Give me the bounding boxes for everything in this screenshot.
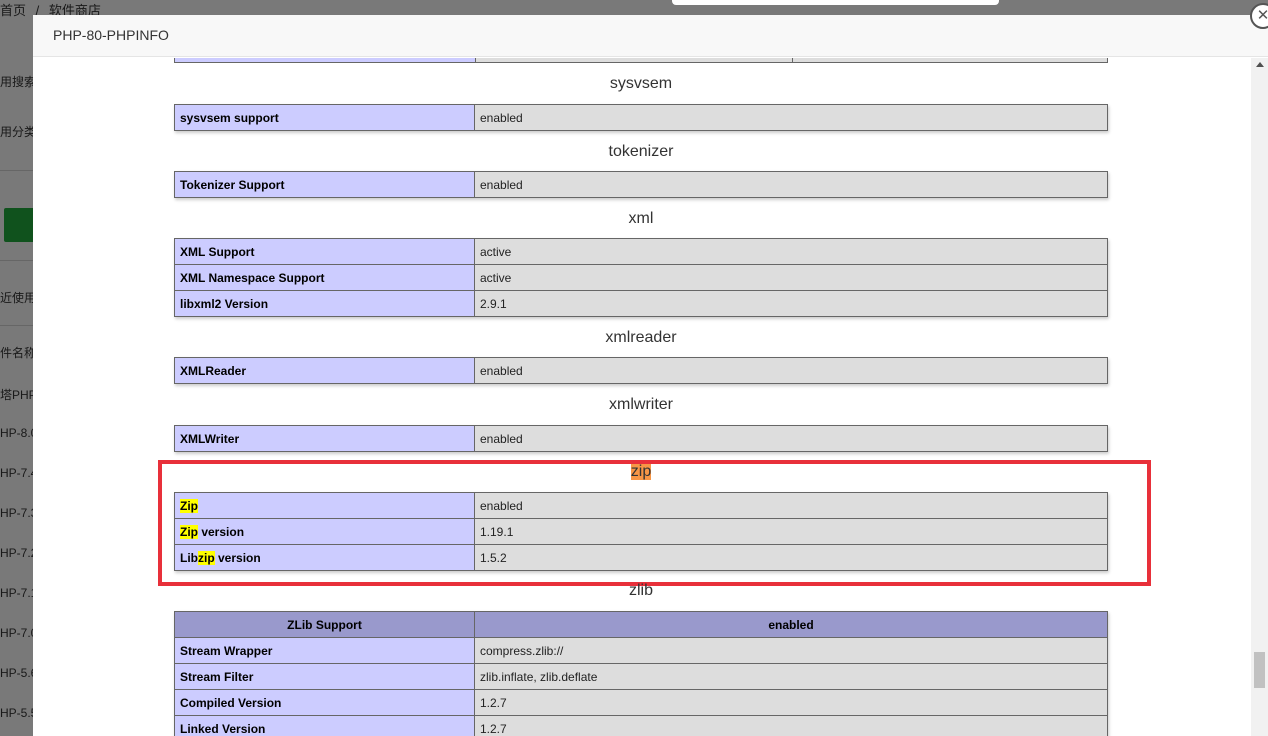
section-title-xml: xml: [628, 210, 654, 227]
scroll-up-arrow-icon[interactable]: [1256, 62, 1264, 67]
table-row: Compiled Version 1.2.7: [174, 689, 1108, 716]
scrollbar-thumb[interactable]: [1254, 652, 1265, 688]
top-notice-bar: [672, 0, 999, 5]
section-title-sysvsem: sysvsem: [609, 75, 673, 92]
highlight-box: [158, 460, 1151, 586]
table-value: enabled: [474, 425, 1108, 452]
section-title-xmlreader: xmlreader: [605, 329, 677, 346]
table-value: zlib.inflate, zlib.deflate: [474, 663, 1108, 690]
table-xmlwriter: XMLWriter enabled: [174, 425, 1108, 452]
table-row: Tokenizer Support enabled: [174, 171, 1108, 198]
table-row: XML Support active: [174, 238, 1108, 265]
table-key: Stream Filter: [174, 663, 475, 690]
table-row: XMLWriter enabled: [174, 425, 1108, 452]
table-key: XML Support: [174, 238, 475, 265]
table-key: Linked Version: [174, 715, 475, 736]
table-row: XMLReader enabled: [174, 357, 1108, 384]
table-key: sysvsem support: [174, 104, 475, 131]
table-header-row: ZLib Support enabled: [174, 611, 1108, 638]
table-row: Stream Filter zlib.inflate, zlib.deflate: [174, 663, 1108, 690]
modal-title: PHP-80-PHPINFO: [53, 27, 169, 43]
table-value: active: [474, 238, 1108, 265]
section-title-zlib: zlib: [628, 582, 653, 599]
table-key: libxml2 Version: [174, 290, 475, 317]
partial-table-row: [174, 58, 1108, 63]
table-value: enabled: [474, 171, 1108, 198]
table-value: active: [474, 264, 1108, 291]
vertical-scrollbar[interactable]: [1251, 58, 1268, 736]
table-key: Stream Wrapper: [174, 637, 475, 664]
table-value: enabled: [474, 104, 1108, 131]
table-row: libxml2 Version 2.9.1: [174, 290, 1108, 317]
table-sysvsem: sysvsem support enabled: [174, 104, 1108, 131]
table-zlib: ZLib Support enabled Stream Wrapper comp…: [174, 611, 1108, 736]
section-title-tokenizer: tokenizer: [608, 143, 674, 160]
phpinfo-content[interactable]: sysvsem sysvsem support enabled tokenize…: [33, 58, 1251, 736]
table-row: XML Namespace Support active: [174, 264, 1108, 291]
table-header-key: ZLib Support: [174, 611, 475, 638]
table-value: 1.2.7: [474, 715, 1108, 736]
modal-header: PHP-80-PHPINFO: [33, 15, 1268, 57]
table-tokenizer: Tokenizer Support enabled: [174, 171, 1108, 198]
table-row: sysvsem support enabled: [174, 104, 1108, 131]
table-key: XML Namespace Support: [174, 264, 475, 291]
table-value: enabled: [474, 357, 1108, 384]
phpinfo-modal: PHP-80-PHPINFO sysvsem sysvsem support e…: [33, 15, 1268, 736]
table-value: compress.zlib://: [474, 637, 1108, 664]
table-row: Linked Version 1.2.7: [174, 715, 1108, 736]
table-header-value: enabled: [474, 611, 1108, 638]
table-key: Tokenizer Support: [174, 171, 475, 198]
table-xmlreader: XMLReader enabled: [174, 357, 1108, 384]
table-row: Stream Wrapper compress.zlib://: [174, 637, 1108, 664]
table-key: XMLReader: [174, 357, 475, 384]
section-title-xmlwriter: xmlwriter: [609, 396, 673, 413]
table-key: Compiled Version: [174, 689, 475, 716]
table-key: XMLWriter: [174, 425, 475, 452]
table-value: 1.2.7: [474, 689, 1108, 716]
table-xml: XML Support active XML Namespace Support…: [174, 238, 1108, 317]
table-value: 2.9.1: [474, 290, 1108, 317]
